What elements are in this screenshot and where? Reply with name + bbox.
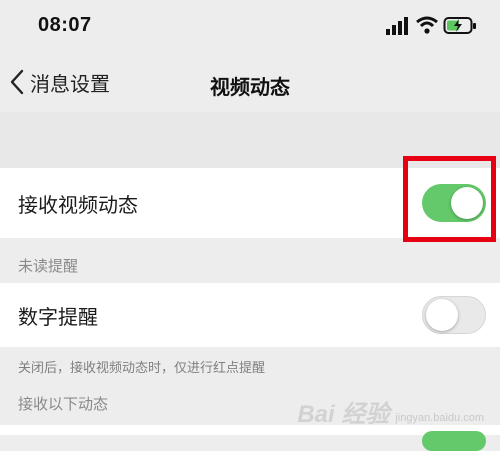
- watermark-domain: jingyan.baidu.com: [395, 411, 484, 424]
- status-bar: 08:07: [0, 0, 500, 50]
- section-label-unread-reminder: 未读提醒: [18, 257, 79, 275]
- toggle-knob: [426, 299, 458, 331]
- status-time: 08:07: [38, 14, 92, 36]
- partial-toggle[interactable]: [422, 431, 486, 451]
- number-badge-toggle[interactable]: [422, 296, 486, 334]
- highlight-box: [403, 156, 496, 242]
- status-icons: [386, 15, 478, 37]
- section-label-receive-following: 接收以下动态: [18, 395, 109, 413]
- row-label-receive-video-updates: 接收视频动态: [18, 192, 138, 217]
- baidu-jingyan-watermark: Bai 经验 jingyan.baidu.com: [297, 394, 484, 429]
- row-number-badge: 数字提醒: [0, 283, 500, 347]
- row-label-number-badge: 数字提醒: [18, 304, 98, 329]
- watermark-brand: Bai 经验: [297, 401, 390, 428]
- wifi-icon: [416, 16, 438, 34]
- signal-icon: [386, 17, 408, 35]
- number-badge-note: 关闭后，接收视频动态时，仅进行红点提醒: [18, 361, 266, 376]
- page-title: 视频动态: [210, 75, 290, 99]
- nav-bar: 消息设置 视频动态: [0, 50, 500, 112]
- battery-charging-icon: [443, 17, 476, 34]
